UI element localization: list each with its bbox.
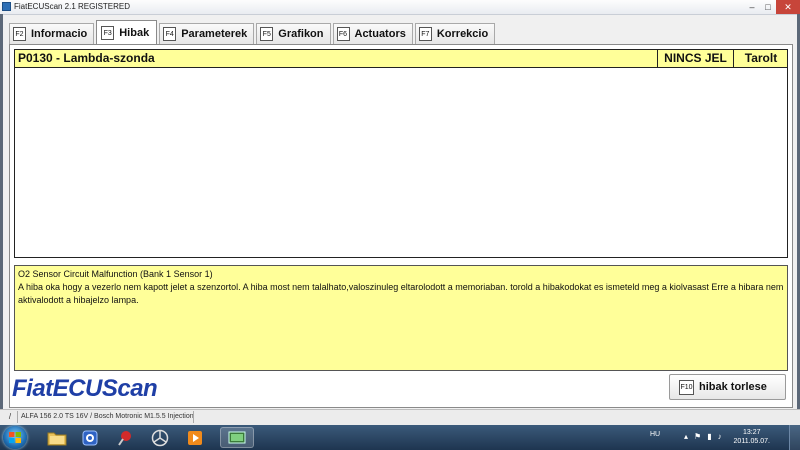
tab-label: Informacio	[31, 28, 88, 40]
close-button[interactable]: ✕	[776, 0, 800, 14]
minimize-button[interactable]: –	[744, 0, 760, 14]
show-desktop-button[interactable]	[789, 425, 800, 450]
pushpin-icon[interactable]	[110, 427, 140, 448]
window-title: FiatECUScan 2.1 REGISTERED	[14, 2, 131, 11]
tab-label: Parameterek	[181, 28, 248, 40]
tray-icons[interactable]: ▴⚑▮♪	[684, 432, 728, 441]
media-player-icon[interactable]	[180, 427, 210, 448]
tab-key-f7: F7	[418, 27, 432, 41]
taskbar: HU ▴⚑▮♪ 13:27 2011.05.07.	[0, 425, 800, 450]
vlc-icon[interactable]	[75, 427, 105, 448]
clear-faults-label: hibak torlese	[699, 381, 767, 393]
system-tray: HU ▴⚑▮♪ 13:27 2011.05.07.	[640, 425, 800, 450]
window-border-left	[0, 14, 3, 409]
windows-logo-icon	[9, 432, 21, 443]
tab-informacio[interactable]: F2 Informacio	[9, 23, 95, 44]
tab-key-f2: F2	[13, 27, 26, 41]
clock[interactable]: 13:27 2011.05.07.	[734, 428, 770, 446]
tab-bar: F2 Informacio F3 Hibak F4 Parameterek F5…	[9, 20, 497, 45]
fault-description-text: A hiba oka hogy a vezerlo nem kapott jel…	[18, 282, 784, 305]
fault-row[interactable]: P0130 - Lambda-szonda NINCS JEL Tarolt	[15, 50, 787, 68]
tab-label: Korrekcio	[436, 28, 489, 40]
fiatecuscan-icon[interactable]	[220, 427, 254, 448]
start-button[interactable]	[3, 426, 27, 449]
button-key-f10: F10	[679, 379, 694, 395]
fault-description-title: O2 Sensor Circuit Malfunction (Bank 1 Se…	[18, 269, 213, 279]
tab-parameterek[interactable]: F4 Parameterek	[159, 23, 255, 44]
status-indicator: /	[3, 411, 18, 423]
language-indicator[interactable]: HU	[650, 431, 660, 438]
tab-key-f3: F3	[101, 26, 115, 40]
window-controls: – □ ✕	[744, 0, 800, 14]
tab-key-f5: F5	[260, 27, 274, 41]
clear-faults-button[interactable]: F10 hibak torlese	[669, 374, 786, 400]
tab-key-f6: F6	[336, 27, 350, 41]
tab-hibak[interactable]: F3 Hibak	[96, 20, 158, 45]
tab-label: Hibak	[119, 27, 150, 39]
fault-status: NINCS JEL	[657, 50, 733, 67]
maximize-button[interactable]: □	[760, 0, 776, 14]
tab-label: Actuators	[354, 28, 406, 40]
title-bar: FiatECUScan 2.1 REGISTERED – □ ✕	[0, 0, 800, 15]
tab-key-f4: F4	[163, 27, 177, 41]
tab-label: Grafikon	[278, 28, 324, 40]
status-bar: / ALFA 156 2.0 TS 16V / Bosch Motronic M…	[0, 409, 800, 425]
vehicle-info: ALFA 156 2.0 TS 16V / Bosch Motronic M1.…	[21, 411, 194, 423]
clock-date: 2011.05.07.	[733, 438, 770, 445]
fault-code: P0130 - Lambda-szonda	[18, 51, 155, 65]
fault-state: Tarolt	[733, 50, 788, 67]
tab-korrekcio[interactable]: F7 Korrekcio	[414, 23, 496, 44]
fault-code-list[interactable]: P0130 - Lambda-szonda NINCS JEL Tarolt	[14, 49, 788, 258]
tab-grafikon[interactable]: F5 Grafikon	[256, 23, 331, 44]
folder-icon[interactable]	[42, 427, 72, 448]
tab-actuators[interactable]: F6 Actuators	[332, 23, 413, 44]
brand-logo: FiatECUScan	[12, 375, 158, 402]
clock-time: 13:27	[743, 429, 761, 436]
mercedes-icon[interactable]	[145, 427, 175, 448]
app-icon	[2, 2, 11, 11]
fault-description-box: O2 Sensor Circuit Malfunction (Bank 1 Se…	[14, 265, 788, 371]
